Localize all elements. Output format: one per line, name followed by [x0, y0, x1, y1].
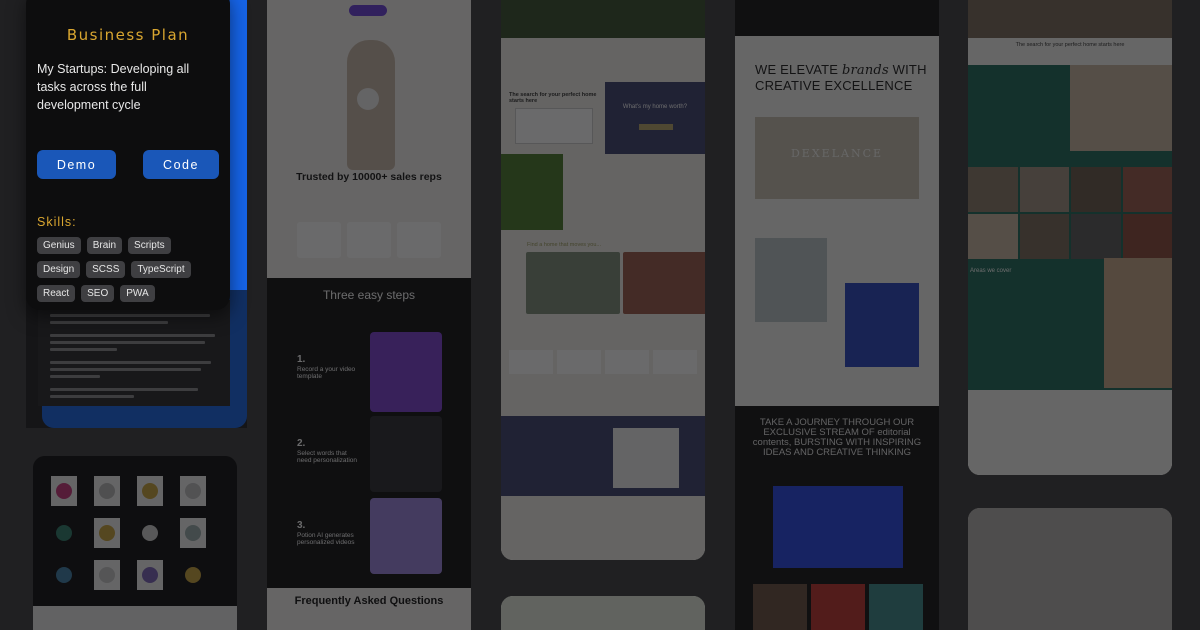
- step-three: 3. Potion AI generates personalized video…: [297, 520, 355, 547]
- nav-pill: [349, 5, 387, 16]
- project-info-panel: Business Plan My Startups: Developing al…: [26, 0, 230, 310]
- sketch-preview[interactable]: [968, 508, 1172, 630]
- house-image: [623, 252, 705, 314]
- estate-agency-preview[interactable]: The search for your perfect home starts …: [968, 0, 1172, 475]
- step-two-screenshot: [370, 416, 442, 492]
- valuation-panel: What's my home worth?: [605, 82, 705, 154]
- skill-chip: TypeScript: [131, 261, 191, 278]
- faq-heading: Frequently Asked Questions: [294, 595, 444, 607]
- skill-chip: Design: [37, 261, 81, 278]
- editorial-image: [773, 486, 903, 568]
- code-button[interactable]: Code: [143, 150, 219, 179]
- agency-headline: WE ELEVATE brands WITH CREATIVE EXCELLEN…: [755, 62, 927, 93]
- hero-image: DEXELANCE: [755, 117, 919, 199]
- journey-heading: TAKE A JOURNEY THROUGH OUR EXCLUSIVE STR…: [752, 417, 922, 458]
- project-actions: Demo Code: [37, 150, 219, 179]
- search-title: The search for your perfect home starts …: [1015, 42, 1125, 48]
- step-one: 1. Record a your video template: [297, 354, 356, 381]
- step-one-screenshot: [370, 332, 442, 412]
- faber-preview[interactable]: [501, 596, 705, 630]
- skill-chip: Genius: [37, 237, 81, 254]
- phone-image: [845, 283, 919, 367]
- project-description: My Startups: Developing all tasks across…: [37, 62, 190, 112]
- hero-image: [501, 0, 705, 38]
- contact-panel: [501, 416, 705, 496]
- skill-chip: SEO: [81, 285, 115, 302]
- article-preview: [38, 300, 230, 406]
- creative-agency-preview[interactable]: WE ELEVATE brands WITH CREATIVE EXCELLEN…: [735, 0, 939, 630]
- skill-chip: PWA: [120, 285, 155, 302]
- sales-video-preview[interactable]: Trusted by 10000+ sales reps Three easy …: [267, 0, 471, 630]
- jewelry-gallery-preview[interactable]: [33, 456, 237, 630]
- demo-button[interactable]: Demo: [37, 150, 116, 179]
- team-photo: [1070, 65, 1172, 151]
- skills-heading: Skills:: [37, 215, 77, 229]
- trusted-heading: Trusted by 10000+ sales reps: [296, 171, 442, 183]
- search-title: The search for your perfect home starts …: [509, 92, 597, 104]
- project-title: Business Plan: [66, 26, 190, 44]
- skill-chip: Brain: [86, 237, 123, 254]
- skills-list: Genius Brain Scripts Design SCSS TypeScr…: [37, 237, 197, 302]
- play-icon[interactable]: [357, 88, 379, 110]
- home-search-preview[interactable]: The search for your perfect home starts …: [501, 0, 705, 560]
- step-three-screenshot: [370, 498, 442, 574]
- step-two: 2. Select words that need personalization: [297, 438, 357, 465]
- house-image: [526, 252, 620, 314]
- find-home-heading: Find a home that moves you...: [527, 242, 601, 248]
- hero-brand: DEXELANCE: [790, 147, 884, 160]
- field-image: [501, 154, 563, 230]
- skill-chip: Scripts: [128, 237, 171, 254]
- skill-chip: React: [37, 285, 76, 302]
- areas-heading: Areas we cover: [970, 268, 1012, 274]
- skill-chip: SCSS: [86, 261, 126, 278]
- property-grid: [968, 167, 1172, 259]
- three-steps-heading: Three easy steps: [322, 288, 416, 302]
